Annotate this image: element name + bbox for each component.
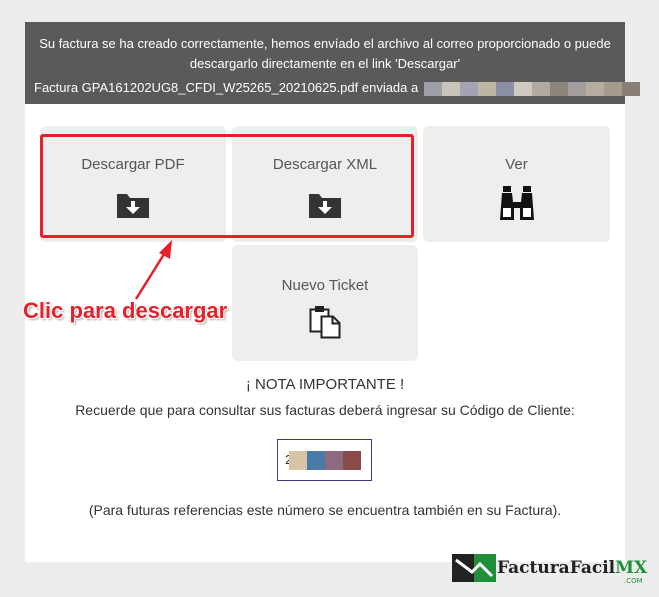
- success-banner: Su factura se ha creado correctamente, h…: [25, 22, 640, 104]
- redacted-pixel: [585, 81, 604, 96]
- logo-wordmark: FacturaFacilMX: [497, 558, 647, 578]
- view-button[interactable]: Ver: [423, 126, 610, 242]
- binoculars-icon: [499, 186, 534, 220]
- redacted-client-code: [289, 451, 361, 470]
- redacted-pixel: [307, 451, 325, 470]
- important-note-title: ¡ NOTA IMPORTANTE !: [245, 376, 405, 393]
- banner-line-2: descargarlo directamente en el link 'Des…: [189, 56, 461, 71]
- download-highlight-box: [40, 134, 414, 238]
- banner-filename-text: Factura GPA161202UG8_CFDI_W25265_2021062…: [34, 80, 419, 95]
- redacted-pixel: [621, 81, 640, 96]
- redacted-email: [423, 81, 640, 96]
- redacted-pixel: [459, 81, 478, 96]
- redacted-pixel: [567, 81, 586, 96]
- new-ticket-label: Nuevo Ticket: [281, 277, 369, 294]
- logo-domain: .COM: [624, 577, 643, 585]
- new-ticket-button[interactable]: Nuevo Ticket: [232, 245, 418, 361]
- redacted-pixel: [325, 451, 343, 470]
- redacted-pixel: [423, 81, 442, 96]
- clipboard-copy-icon: [309, 306, 341, 339]
- redacted-pixel: [549, 81, 568, 96]
- redacted-pixel: [603, 81, 622, 96]
- redacted-pixel: [495, 81, 514, 96]
- view-label: Ver: [505, 156, 528, 173]
- redacted-pixel: [531, 81, 550, 96]
- redacted-pixel: [289, 451, 307, 470]
- redacted-pixel: [343, 451, 361, 470]
- redacted-pixel: [441, 81, 460, 96]
- logo-name-main: FacturaFacil: [497, 558, 616, 578]
- logo-mark-icon: [452, 554, 496, 582]
- banner-line-1: Su factura se ha creado correctamente, h…: [39, 36, 611, 51]
- important-note-text: Recuerde que para consultar sus facturas…: [75, 402, 575, 418]
- redacted-pixel: [513, 81, 532, 96]
- banner-line-3: Factura GPA161202UG8_CFDI_W25265_2021062…: [34, 78, 640, 98]
- callout-arrow-icon: [134, 240, 172, 300]
- client-code-box: 2: [277, 439, 372, 481]
- logo-name-accent: MX: [615, 558, 648, 578]
- redacted-pixel: [477, 81, 496, 96]
- reference-footnote: (Para futuras referencias este número se…: [88, 502, 562, 518]
- callout-text: Clic para descargar: [23, 298, 228, 323]
